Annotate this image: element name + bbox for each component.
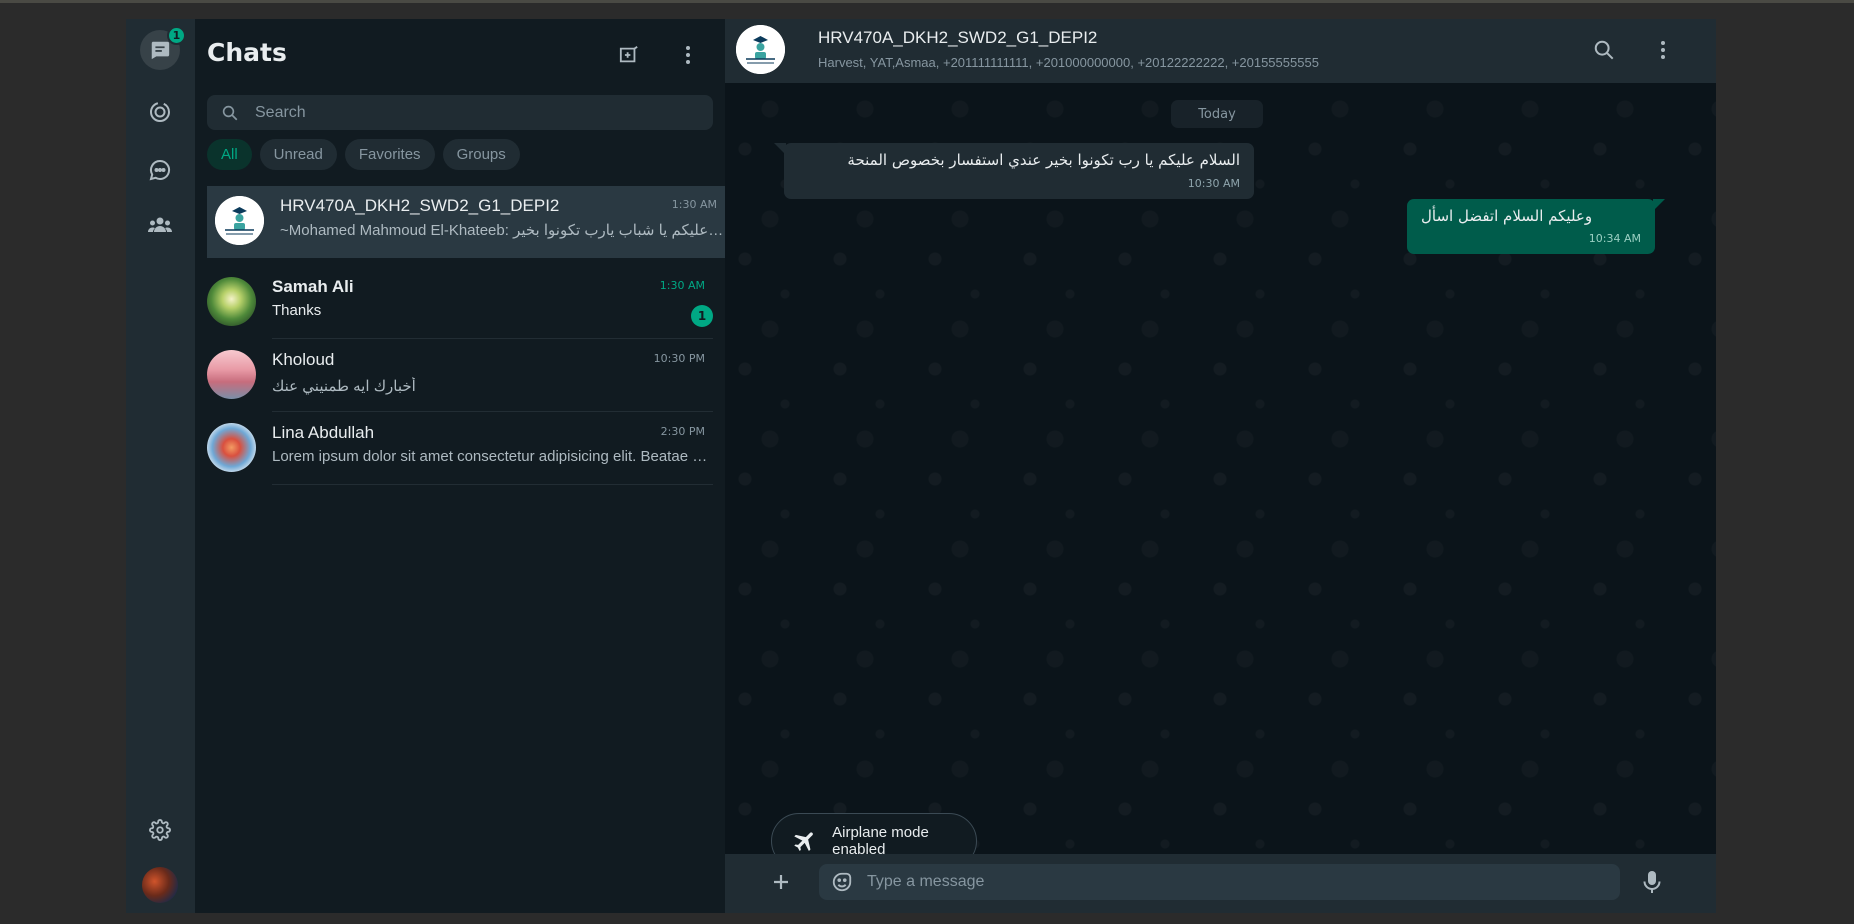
- filter-groups[interactable]: Groups: [442, 139, 520, 170]
- conversation-menu-button[interactable]: [1648, 35, 1678, 65]
- more-vertical-icon: [686, 46, 690, 64]
- conversation-header[interactable]: HRV470A_DKH2_SWD2_G1_DEPI2 Harvest, YAT,…: [725, 19, 1716, 83]
- status-nav-button[interactable]: [140, 92, 180, 132]
- airplane-icon: [794, 832, 813, 852]
- chat-time: 1:30 AM: [659, 279, 705, 292]
- chat-item-lina-abdullah[interactable]: Lina Abdullah 2:30 PM Lorem ipsum dolor …: [207, 413, 713, 485]
- filter-favorites[interactable]: Favorites: [344, 139, 435, 170]
- search-icon: [222, 105, 238, 120]
- chat-time: 1:30 AM: [671, 198, 717, 211]
- channels-icon: [149, 159, 171, 181]
- chat-item-kholoud[interactable]: Kholoud 10:30 PM أخبارك ايه طمنيني عنك: [207, 340, 713, 412]
- profile-avatar[interactable]: [142, 867, 178, 903]
- attach-button[interactable]: [766, 867, 796, 897]
- chats-unread-badge: 1: [167, 26, 186, 45]
- message-time: 10:30 AM: [1187, 177, 1240, 190]
- contact-avatar: [207, 423, 256, 472]
- search-bar: [207, 95, 713, 130]
- bubble-tail: [1653, 199, 1665, 211]
- chats-nav-button[interactable]: 1: [140, 26, 186, 70]
- chat-list-panel: Chats All Unread Favorites Groups HRV470…: [195, 19, 725, 913]
- chat-item-body: HRV470A_DKH2_SWD2_G1_DEPI2 1:30 AM ~Moha…: [280, 186, 725, 258]
- search-icon: [1594, 40, 1614, 60]
- chat-item-body: Kholoud 10:30 PM أخبارك ايه طمنيني عنك: [272, 340, 713, 412]
- message-bubble-outgoing[interactable]: وعليكم السلام اتفضل اسأل 10:34 AM: [1407, 199, 1665, 254]
- chat-preview: Thanks: [272, 302, 322, 319]
- chat-preview: ~Mohamed Mahmoud El-Khateeb: السلام عليك…: [280, 222, 725, 239]
- chat-name: Kholoud: [272, 350, 335, 369]
- nav-rail: 1: [126, 19, 195, 913]
- message-input-box: [819, 864, 1620, 900]
- communities-icon: [148, 217, 172, 232]
- status-icon: [150, 102, 170, 122]
- contact-avatar: [207, 277, 256, 326]
- filter-unread[interactable]: Unread: [259, 139, 337, 170]
- chat-preview: أخبارك ايه طمنيني عنك: [272, 378, 416, 395]
- chat-list-menu-button[interactable]: [672, 39, 704, 71]
- chat-time: 10:30 PM: [653, 352, 705, 365]
- message-text: السلام عليكم يا رب تكونوا بخير عندي استف…: [847, 151, 1240, 169]
- message-composer: [725, 854, 1716, 913]
- contact-avatar: [207, 350, 256, 399]
- plus-icon: [774, 875, 788, 889]
- chat-name: Samah Ali: [272, 277, 354, 296]
- date-divider: Today: [1171, 100, 1263, 128]
- conversation-search-button[interactable]: [1589, 35, 1619, 65]
- chat-time: 2:30 PM: [660, 425, 705, 438]
- chat-item-samah-ali[interactable]: Samah Ali 1:30 AM Thanks 1: [207, 267, 713, 339]
- chat-item-body: Samah Ali 1:30 AM Thanks 1: [272, 267, 713, 339]
- chat-filters: All Unread Favorites Groups: [207, 139, 520, 170]
- channels-nav-button[interactable]: [140, 150, 180, 190]
- settings-icon: [149, 819, 171, 841]
- group-avatar: [215, 196, 264, 245]
- whatsapp-app: 1 Chats All Unread Favori: [126, 19, 1716, 913]
- new-chat-button[interactable]: [613, 39, 645, 71]
- window-top-border: [0, 0, 1854, 3]
- conversation-participants: Harvest, YAT,Asmaa, +201111111111, +2010…: [818, 55, 1319, 70]
- chat-name: Lina Abdullah: [272, 423, 375, 442]
- chat-list-title: Chats: [207, 38, 287, 67]
- chat-preview: Lorem ipsum dolor sit amet consectetur a…: [272, 448, 713, 465]
- unread-count-badge: 1: [691, 305, 713, 327]
- filter-all[interactable]: All: [207, 139, 252, 170]
- search-input[interactable]: [255, 103, 695, 122]
- message-bubble-incoming[interactable]: السلام عليكم يا رب تكونوا بخير عندي استف…: [774, 143, 1254, 199]
- bubble-tail: [774, 143, 786, 155]
- conversation-avatar[interactable]: [736, 25, 785, 74]
- new-chat-icon: [619, 46, 638, 63]
- toast-message: Airplane mode enabled: [832, 824, 929, 858]
- sticker-icon[interactable]: [831, 871, 853, 893]
- settings-nav-button[interactable]: [140, 810, 180, 850]
- microphone-icon[interactable]: [1640, 869, 1664, 895]
- message-input[interactable]: [867, 873, 1607, 891]
- conversation-panel: HRV470A_DKH2_SWD2_G1_DEPI2 Harvest, YAT,…: [725, 19, 1716, 913]
- conversation-title: HRV470A_DKH2_SWD2_G1_DEPI2: [818, 28, 1098, 47]
- chat-name: HRV470A_DKH2_SWD2_G1_DEPI2: [280, 196, 560, 215]
- more-vertical-icon: [1661, 41, 1665, 59]
- chat-item-body: Lina Abdullah 2:30 PM Lorem ipsum dolor …: [272, 413, 713, 485]
- chat-item-hrv470a[interactable]: HRV470A_DKH2_SWD2_G1_DEPI2 1:30 AM ~Moha…: [207, 186, 725, 258]
- message-text: وعليكم السلام اتفضل اسأل: [1421, 207, 1593, 225]
- chats-icon: [151, 41, 170, 60]
- message-time: 10:34 AM: [1588, 232, 1641, 245]
- communities-nav-button[interactable]: [140, 205, 180, 245]
